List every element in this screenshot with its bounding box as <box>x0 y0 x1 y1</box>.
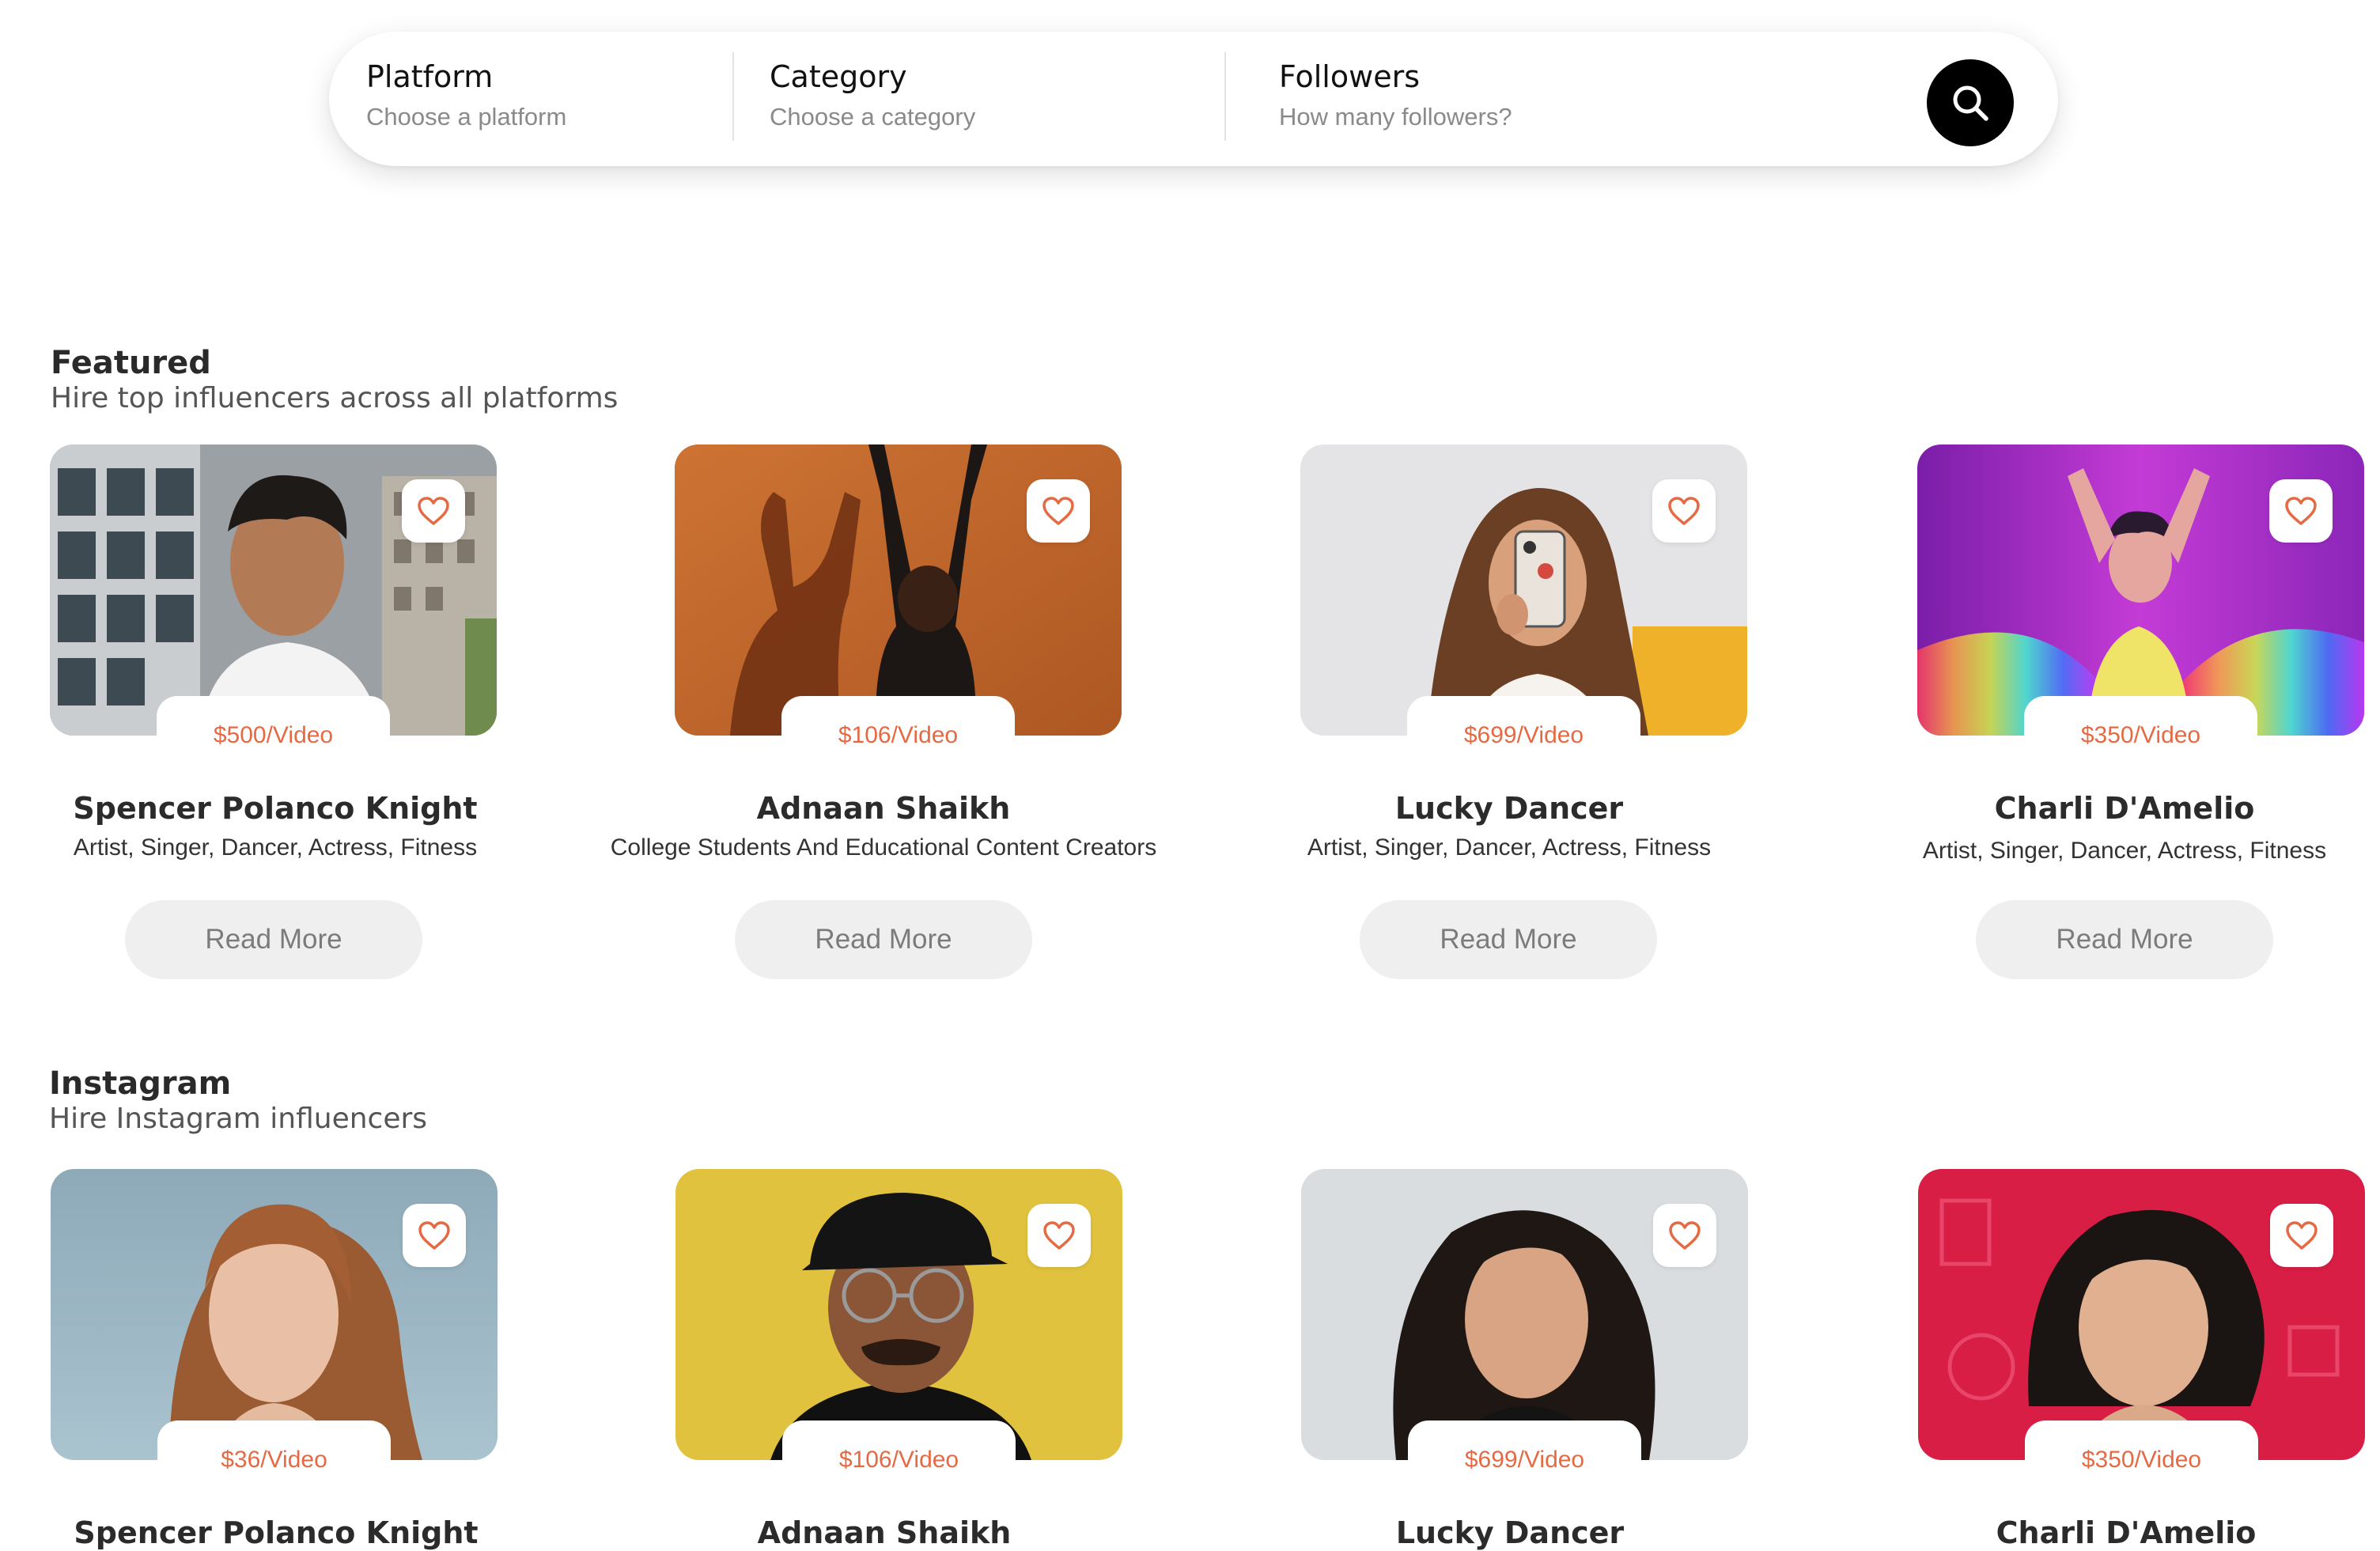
favorite-button[interactable] <box>402 479 465 543</box>
price-badge: $500/Video <box>157 696 390 775</box>
category-field[interactable]: Category Choose a category <box>770 59 975 133</box>
heart-icon <box>2285 497 2317 525</box>
price-label: $350/Video <box>2081 1447 2202 1473</box>
influencer-card: $350/Video <box>1918 1169 2365 1501</box>
influencer-card: $106/Video <box>675 444 1122 777</box>
heart-icon <box>418 497 449 525</box>
followers-label: Followers <box>1279 59 1420 94</box>
divider <box>1224 52 1226 141</box>
heart-icon <box>1042 497 1074 525</box>
favorite-button[interactable] <box>1653 1204 1716 1267</box>
category-placeholder: Choose a category <box>770 103 976 131</box>
read-more-button[interactable]: Read More <box>125 900 422 979</box>
influencer-name: Lucky Dancer <box>1395 1515 1625 1550</box>
influencer-card: $500/Video <box>50 444 497 777</box>
influencer-name: Charli D'Amelio <box>1994 791 2255 826</box>
influencer-card: $36/Video <box>51 1169 498 1501</box>
price-label: $106/Video <box>838 722 959 748</box>
heart-icon <box>1668 497 1700 525</box>
influencer-card: $350/Video <box>1917 444 2364 777</box>
influencer-categories: Artist, Singer, Dancer, Actress, Fitness <box>1922 838 2327 864</box>
followers-field[interactable]: Followers How many followers? <box>1279 59 1512 133</box>
favorite-button[interactable] <box>403 1204 466 1267</box>
price-badge: $699/Video <box>1407 696 1640 775</box>
platform-field[interactable]: Platform Choose a platform <box>366 59 566 133</box>
read-more-button[interactable]: Read More <box>1976 900 2273 979</box>
followers-placeholder: How many followers? <box>1279 103 1512 131</box>
read-more-button[interactable]: Read More <box>1360 900 1657 979</box>
section-subtitle-instagram: Hire Instagram influencers <box>49 1103 428 1135</box>
price-badge: $36/Video <box>157 1420 391 1500</box>
heart-icon <box>1043 1221 1075 1250</box>
heart-icon <box>418 1221 450 1250</box>
section-title-instagram: Instagram <box>49 1065 232 1102</box>
search-bar: Platform Choose a platform Category Choo… <box>329 32 2058 166</box>
platform-placeholder: Choose a platform <box>366 103 567 131</box>
favorite-button[interactable] <box>2269 479 2333 543</box>
favorite-button[interactable] <box>1027 479 1090 543</box>
price-badge: $699/Video <box>1408 1420 1641 1500</box>
influencer-name: Lucky Dancer <box>1394 791 1624 826</box>
heart-icon <box>2286 1221 2318 1250</box>
price-label: $36/Video <box>221 1447 327 1473</box>
influencer-name: Charli D'Amelio <box>1996 1515 2257 1550</box>
divider <box>732 52 734 141</box>
price-label: $699/Video <box>1463 722 1584 748</box>
section-subtitle-featured: Hire top influencers across all platform… <box>51 382 619 414</box>
influencer-card: $106/Video <box>675 1169 1122 1501</box>
price-badge: $350/Video <box>2024 696 2257 775</box>
influencer-name: Adnaan Shaikh <box>756 791 1011 826</box>
platform-label: Platform <box>366 59 494 94</box>
influencer-card: $699/Video <box>1300 444 1747 777</box>
influencer-card: $699/Video <box>1301 1169 1748 1501</box>
search-button[interactable] <box>1927 59 2014 146</box>
influencer-name: Adnaan Shaikh <box>757 1515 1012 1550</box>
price-badge: $106/Video <box>781 696 1015 775</box>
price-label: $500/Video <box>213 722 334 748</box>
price-label: $699/Video <box>1464 1447 1585 1473</box>
influencer-categories: Artist, Singer, Dancer, Actress, Fitness <box>1307 834 1712 861</box>
favorite-button[interactable] <box>1027 1204 1091 1267</box>
price-badge: $350/Video <box>2025 1420 2258 1500</box>
search-icon <box>1953 85 1988 121</box>
category-label: Category <box>770 59 907 94</box>
price-label: $350/Video <box>2080 722 2201 748</box>
favorite-button[interactable] <box>2270 1204 2333 1267</box>
heart-icon <box>1669 1221 1701 1250</box>
price-badge: $106/Video <box>782 1420 1016 1500</box>
read-more-button[interactable]: Read More <box>735 900 1032 979</box>
price-label: $106/Video <box>838 1447 959 1473</box>
favorite-button[interactable] <box>1652 479 1716 543</box>
influencer-categories: College Students And Educational Content… <box>610 834 1157 861</box>
section-title-featured: Featured <box>51 345 211 381</box>
